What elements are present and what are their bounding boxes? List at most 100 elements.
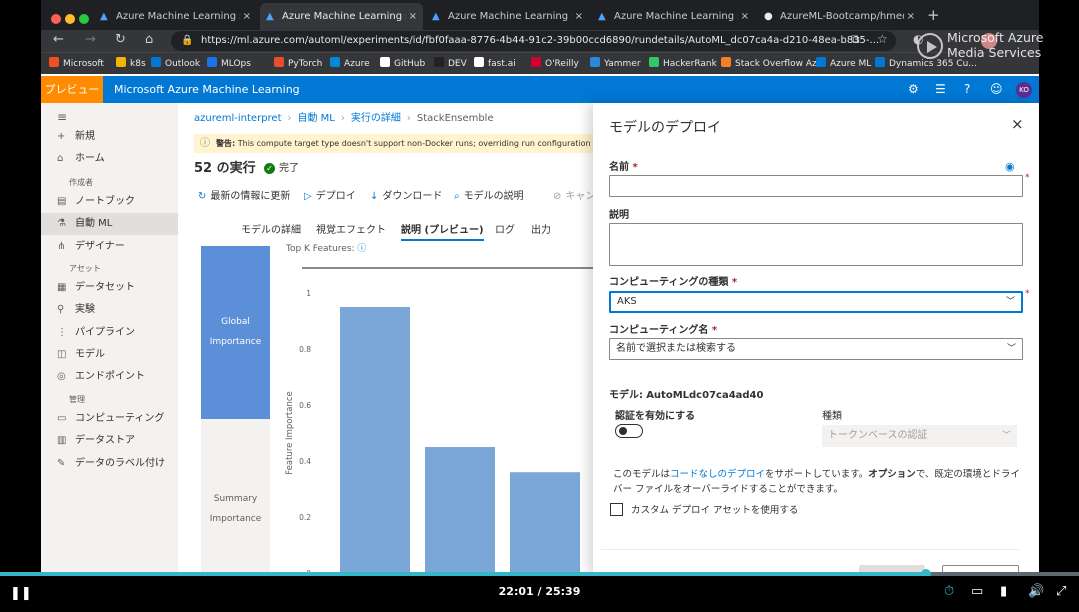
- sidebar-item[interactable]: ◎ エンドポイント: [41, 366, 178, 388]
- bookmark-item[interactable]: Yammer: [590, 53, 641, 75]
- tab-close-icon[interactable]: ×: [907, 3, 915, 30]
- sidebar-item[interactable]: ⌂ ホーム: [41, 148, 178, 170]
- bookmark-item[interactable]: Azure ML: [816, 53, 871, 75]
- sidebar-item[interactable]: ⋔ デザイナー: [41, 236, 178, 258]
- name-input[interactable]: [609, 175, 1023, 197]
- tab-model-details[interactable]: モデルの詳細: [241, 221, 301, 236]
- browser-tab[interactable]: ▲ Azure Machine Learning studi×: [426, 3, 589, 30]
- required-mark: *: [711, 325, 718, 336]
- breadcrumb-workspace[interactable]: azureml-interpret: [194, 113, 282, 124]
- breadcrumb-automl[interactable]: 自動 ML: [298, 113, 335, 124]
- feedback-smile-icon[interactable]: ☺: [990, 82, 1003, 96]
- reload-icon[interactable]: ↻: [115, 32, 126, 47]
- browser-tab[interactable]: ▲ Azure Machine Learning studi×: [260, 3, 423, 30]
- back-icon[interactable]: ←: [53, 32, 64, 47]
- tab-logs[interactable]: ログ: [495, 221, 515, 236]
- bookmark-item[interactable]: Microsoft: [49, 53, 104, 75]
- close-icon[interactable]: ×: [1011, 115, 1024, 133]
- captions-icon[interactable]: ▭: [971, 584, 983, 599]
- cancel-button[interactable]: ⊘ キャン: [553, 187, 595, 202]
- tab-title: Azure Machine Learning studi: [116, 11, 240, 22]
- name-label-text: 名前: [609, 162, 629, 173]
- bookmark-item[interactable]: fast.ai: [474, 53, 516, 75]
- bookmark-item[interactable]: PyTorch: [274, 53, 322, 75]
- forward-icon[interactable]: →: [85, 32, 96, 47]
- bookmark-item[interactable]: k8s: [116, 53, 146, 75]
- sidebar-item[interactable]: ▦ データセット: [41, 277, 178, 299]
- bookmark-item[interactable]: Outlook: [151, 53, 200, 75]
- user-avatar[interactable]: KO: [1016, 82, 1032, 98]
- tab-explanations[interactable]: 説明 (プレビュー): [401, 221, 484, 241]
- nocode-text-2: をサポートしています。: [765, 469, 869, 480]
- bookmark-item[interactable]: HackerRank: [649, 53, 717, 75]
- sidebar-item[interactable]: ⚲ 実験: [41, 299, 178, 321]
- custom-assets-checkbox[interactable]: [610, 503, 623, 516]
- feature-bar[interactable]: [510, 472, 580, 573]
- sidebar-item[interactable]: + 新規: [41, 126, 178, 148]
- quality-bars-icon[interactable]: ▮: [1000, 584, 1007, 599]
- playback-speed-icon[interactable]: ⏱: [944, 584, 954, 599]
- close-window-button[interactable]: [51, 14, 61, 24]
- y-tick-label: 0.2: [299, 513, 311, 522]
- menu-hamburger-icon[interactable]: ≡: [57, 110, 67, 124]
- browser-tab[interactable]: ● AzureML-Bootcamp/hmeq-cla×: [758, 3, 921, 30]
- deploy-button[interactable]: ▷ デプロイ: [304, 187, 356, 202]
- tab-close-icon[interactable]: ×: [409, 3, 417, 30]
- bookmark-item[interactable]: DEV: [434, 53, 467, 75]
- window-controls[interactable]: [51, 9, 93, 28]
- minimize-window-button[interactable]: [65, 14, 75, 24]
- notes-icon[interactable]: ☰: [935, 82, 946, 96]
- info-icon[interactable]: ⓘ: [357, 244, 366, 254]
- topk-label: Top K Features: ⓘ: [286, 241, 366, 254]
- description-textarea[interactable]: [609, 223, 1023, 266]
- help-icon[interactable]: ?: [964, 82, 970, 96]
- bookmark-item[interactable]: O'Reilly: [531, 53, 579, 75]
- download-button[interactable]: ↓ ダウンロード: [370, 187, 442, 202]
- sidebar-item[interactable]: ▭ コンピューティング: [41, 408, 178, 430]
- bookmark-item[interactable]: GitHub: [380, 53, 425, 75]
- url-input[interactable]: 🔒 https://ml.azure.com/automl/experiment…: [171, 31, 896, 51]
- summary-importance-tab[interactable]: Summary Importance: [201, 419, 270, 574]
- sidebar-item[interactable]: ⋮ パイプライン: [41, 322, 178, 344]
- tab-outputs[interactable]: 出力: [531, 221, 551, 236]
- eye-icon[interactable]: ◉: [1005, 160, 1015, 173]
- custom-assets-row[interactable]: カスタム デプロイ アセットを使用する: [610, 502, 798, 516]
- feature-bar[interactable]: [340, 307, 410, 573]
- browser-tab[interactable]: ▲ Azure Machine Learning studi×: [94, 3, 257, 30]
- bookmark-item[interactable]: MLOps: [207, 53, 251, 75]
- sidebar-item[interactable]: ◫ モデル: [41, 344, 178, 366]
- bookmark-star-icon[interactable]: ☆: [877, 32, 888, 46]
- tab-close-icon[interactable]: ×: [741, 3, 749, 30]
- sidebar-item[interactable]: ✎ データのラベル付け: [41, 453, 178, 475]
- refresh-button[interactable]: ↻ 最新の情報に更新: [198, 187, 290, 202]
- bookmark-item[interactable]: Stack Overflow Az...: [721, 53, 825, 75]
- auth-toggle[interactable]: [615, 424, 643, 438]
- settings-gear-icon[interactable]: ⚙: [908, 82, 919, 96]
- tab-close-icon[interactable]: ×: [243, 3, 251, 30]
- global-importance-tab[interactable]: Global Importance: [201, 246, 270, 419]
- section-assets: アセット: [69, 264, 101, 273]
- compute-type-select[interactable]: AKS ﹀: [609, 291, 1023, 313]
- no-code-deploy-link[interactable]: コードなしのデプロイ: [670, 469, 765, 480]
- browser-tab[interactable]: ▲ Azure Machine Learning studi×: [592, 3, 755, 30]
- breadcrumb-run-details[interactable]: 実行の詳細: [351, 113, 401, 124]
- fullscreen-icon[interactable]: ⤢: [1056, 584, 1066, 599]
- sidebar-item[interactable]: ⚗ 自動 ML: [41, 213, 178, 236]
- bookmark-item[interactable]: Azure: [330, 53, 370, 75]
- auth-type-select[interactable]: トークンベースの認証 ﹀: [822, 425, 1017, 447]
- compute-name-placeholder: 名前で選択または検索する: [616, 343, 736, 354]
- sidebar-item[interactable]: ▤ ノートブック: [41, 191, 178, 213]
- home-icon[interactable]: ⌂: [145, 32, 153, 47]
- watermark-line-2: Media Services: [947, 45, 1042, 60]
- volume-icon[interactable]: 🔊: [1028, 584, 1044, 599]
- sidebar-item[interactable]: ▥ データストア: [41, 430, 178, 452]
- feature-bar[interactable]: [425, 447, 495, 573]
- tab-close-icon[interactable]: ×: [575, 3, 583, 30]
- tab-visualizations[interactable]: 視覚エフェクト: [316, 221, 386, 236]
- open-external-icon[interactable]: ⧉: [851, 32, 860, 47]
- new-tab-button[interactable]: +: [927, 6, 940, 24]
- maximize-window-button[interactable]: [79, 14, 89, 24]
- compute-icon: ▭: [57, 413, 67, 424]
- explain-model-button[interactable]: ⌕ モデルの説明: [454, 187, 524, 202]
- compute-name-select[interactable]: 名前で選択または検索する ﹀: [609, 338, 1023, 360]
